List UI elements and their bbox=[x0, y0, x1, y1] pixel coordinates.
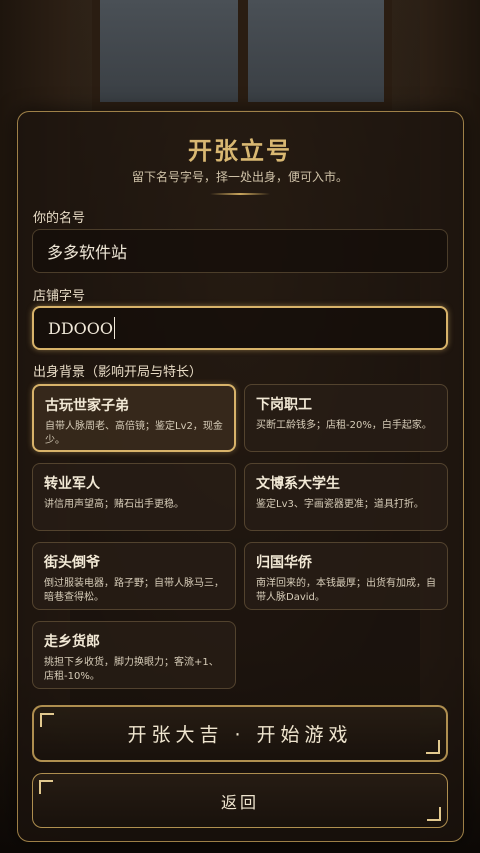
card-description: 倒过服装电器，路子野；自带人脉马三，暗巷查得松。 bbox=[44, 578, 224, 603]
shop-name-input[interactable]: DDOOO bbox=[32, 306, 448, 350]
corner-ornament bbox=[39, 780, 53, 794]
card-description: 讲信用声望高；赌石出手更稳。 bbox=[44, 499, 184, 510]
back-button[interactable]: 返回 bbox=[32, 773, 448, 828]
background-card-peddler[interactable]: 走乡货郎 挑担下乡收货，脚力换眼力；客流+1、店租-10%。 bbox=[32, 621, 236, 689]
text-caret bbox=[114, 317, 116, 339]
shop-name-input-value: DDOOO bbox=[48, 318, 114, 338]
title-divider bbox=[210, 193, 270, 195]
corner-ornament bbox=[427, 807, 441, 821]
card-title: 走乡货郎 bbox=[44, 634, 100, 650]
name-input[interactable]: 多多软件站 bbox=[32, 229, 448, 273]
window bbox=[92, 0, 392, 110]
background-card-laid-off-worker[interactable]: 下岗职工 买断工龄钱多；店租-20%，白手起家。 bbox=[244, 384, 448, 452]
card-description: 自带人脉周老、高倍镜；鉴定Lv2，现金少。 bbox=[45, 421, 223, 446]
background-card-street-trader[interactable]: 街头倒爷 倒过服装电器，路子野；自带人脉马三，暗巷查得松。 bbox=[32, 542, 236, 610]
corner-ornament bbox=[426, 740, 440, 754]
start-game-label: 开张大吉 · 开始游戏 bbox=[127, 724, 353, 746]
card-description: 挑担下乡收货，脚力换眼力；客流+1、店租-10%。 bbox=[44, 657, 219, 682]
corner-ornament bbox=[40, 713, 54, 727]
background-card-returned-overseas[interactable]: 归国华侨 南洋回来的，本钱最厚；出货有加成，自带人脉David。 bbox=[244, 542, 448, 610]
card-title: 文博系大学生 bbox=[256, 476, 340, 492]
shop-name-label: 店铺字号 bbox=[33, 289, 86, 304]
background-card-veteran[interactable]: 转业军人 讲信用声望高；赌石出手更稳。 bbox=[32, 463, 236, 531]
card-title: 古玩世家子弟 bbox=[45, 398, 129, 414]
page-subtitle: 留下名号字号，择一处出身，便可入市。 bbox=[131, 170, 348, 184]
background-card-antique-heir[interactable]: 古玩世家子弟 自带人脉周老、高倍镜；鉴定Lv2，现金少。 bbox=[32, 384, 236, 452]
background-card-museology-student[interactable]: 文博系大学生 鉴定Lv3、字画瓷器更准；道具打折。 bbox=[244, 463, 448, 531]
card-description: 南洋回来的，本钱最厚；出货有加成，自带人脉David。 bbox=[256, 578, 436, 603]
card-description: 买断工龄钱多；店租-20%，白手起家。 bbox=[256, 420, 432, 431]
background-label: 出身背景（影响开局与特长） bbox=[33, 365, 203, 380]
card-title: 归国华侨 bbox=[256, 555, 312, 571]
back-label: 返回 bbox=[220, 792, 259, 812]
page-title: 开张立号 bbox=[188, 136, 292, 165]
card-title: 街头倒爷 bbox=[44, 555, 100, 571]
name-input-value: 多多软件站 bbox=[47, 243, 128, 262]
card-title: 转业军人 bbox=[44, 476, 100, 492]
name-label: 你的名号 bbox=[33, 211, 86, 226]
card-description: 鉴定Lv3、字画瓷器更准；道具打折。 bbox=[256, 499, 424, 510]
card-title: 下岗职工 bbox=[256, 397, 312, 413]
start-game-button[interactable]: 开张大吉 · 开始游戏 bbox=[32, 705, 448, 762]
